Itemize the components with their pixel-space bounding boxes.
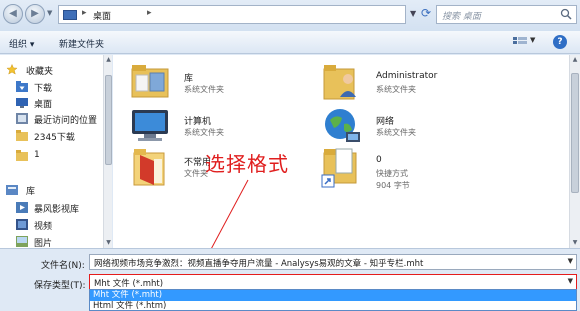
filetype-value: Mht 文件 (*.mht): [94, 279, 164, 289]
new-folder-button[interactable]: 新建文件夹: [59, 37, 104, 50]
nav-item-label: 下载: [34, 84, 53, 94]
nav-scroll-thumb[interactable]: [105, 75, 112, 165]
forward-button[interactable]: ▶: [25, 4, 45, 24]
breadcrumb-desktop[interactable]: 桌面: [93, 9, 111, 22]
file-name: 0: [376, 155, 382, 165]
filetype-option-mht[interactable]: Mht 文件 (*.mht): [90, 290, 576, 301]
scroll-up-icon[interactable]: ▲: [571, 56, 579, 64]
video-icon: [16, 219, 28, 230]
content-scrollbar[interactable]: ▲ ▼: [569, 55, 580, 248]
back-button[interactable]: ◀: [3, 4, 23, 24]
file-item[interactable]: Administrator 系统文件夹: [320, 61, 500, 109]
file-type: 系统文件夹: [376, 85, 416, 94]
scroll-down-icon[interactable]: ▼: [571, 239, 579, 247]
star-icon: [6, 64, 18, 75]
chevron-down-icon[interactable]: ▼: [568, 277, 573, 285]
filename-value: 网络视频市场竞争激烈：视频直播争夺用户流量 - Analysys易观的文章 - …: [94, 259, 424, 269]
search-input[interactable]: 搜索 桌面: [436, 5, 577, 24]
nav-item-label: 1: [34, 150, 40, 160]
recent-pages-dropdown[interactable]: ▼: [47, 9, 55, 17]
downloads-folder-icon: [16, 81, 28, 92]
organize-button[interactable]: 组织 ▾: [9, 37, 34, 50]
address-row: ◀ ▶ ▼ ▸ 桌面 ▸ ▼ ⟳ 搜索 桌面: [0, 0, 580, 31]
recent-places-icon: [16, 113, 28, 124]
filetype-option-htm[interactable]: Html 文件 (*.htm): [90, 301, 576, 310]
view-dropdown-icon[interactable]: ▼: [530, 36, 535, 44]
chevron-down-icon[interactable]: ▼: [568, 257, 573, 265]
nav-item-label: 图片: [34, 239, 53, 248]
folder-icon: [16, 130, 28, 141]
file-name: 库: [184, 74, 194, 84]
nav-item-label: 暴风影视库: [34, 205, 80, 215]
shortcut-icon: [321, 148, 357, 188]
file-type: 系统文件夹: [376, 128, 416, 137]
file-name: Administrator: [376, 71, 438, 81]
file-name: 计算机: [184, 117, 212, 127]
view-options-icon[interactable]: [513, 37, 527, 47]
video-library-icon: [16, 202, 28, 213]
computer-icon: [132, 110, 168, 141]
file-item[interactable]: 库 系统文件夹: [128, 61, 308, 109]
folder-icon: [133, 149, 165, 186]
nav-libraries-label: 库: [26, 187, 36, 197]
content-scroll-thumb[interactable]: [571, 73, 579, 193]
network-icon: [325, 109, 360, 142]
filename-label: 文件名(N):: [41, 261, 85, 271]
address-bar[interactable]: ▸ 桌面 ▸: [58, 5, 406, 24]
desktop-icon: [63, 10, 77, 20]
folder-icon: [16, 150, 28, 161]
nav-item-label: 桌面: [34, 100, 53, 110]
nav-favorites-label: 收藏夹: [26, 67, 54, 77]
nav-item-label: 视频: [34, 222, 53, 232]
file-type: 快捷方式: [376, 169, 408, 178]
filetype-dropdown-list: Mht 文件 (*.mht) Html 文件 (*.htm): [89, 289, 577, 311]
search-icon[interactable]: [560, 8, 572, 20]
library-icon: [6, 185, 18, 195]
annotation-text: 选择格式: [205, 152, 289, 176]
command-bar: 组织 ▾ 新建文件夹 ▼ ?: [0, 31, 580, 54]
file-size: 904 字节: [376, 181, 410, 190]
refresh-icon[interactable]: ⟳: [421, 7, 431, 19]
file-list: 库 系统文件夹 Administrator 系统文件夹 计算机 系统文件夹 网络…: [113, 55, 569, 248]
nav-item-label: 2345下载: [34, 133, 75, 143]
filetype-label: 保存类型(T):: [34, 281, 86, 291]
library-icon: [131, 65, 169, 98]
filename-input[interactable]: 网络视频市场竞争激烈：视频直播争夺用户流量 - Analysys易观的文章 - …: [89, 254, 577, 270]
scroll-down-icon[interactable]: ▼: [105, 239, 112, 247]
help-icon[interactable]: ?: [553, 35, 567, 49]
search-placeholder: 搜索 桌面: [442, 12, 481, 22]
nav-item-label: 最近访问的位置: [34, 116, 98, 126]
scroll-up-icon[interactable]: ▲: [105, 56, 112, 64]
navigation-pane: 收藏夹 下载 桌面 最近访问的位置 2345下载 1 库 暴风影视库 视频 图片: [0, 55, 112, 248]
address-dropdown-icon[interactable]: ▼: [410, 9, 416, 18]
file-type: 系统文件夹: [184, 128, 224, 137]
nav-scrollbar[interactable]: ▲ ▼: [103, 55, 112, 248]
file-name: 网络: [376, 117, 395, 127]
desktop-icon: [16, 98, 28, 108]
pictures-icon: [16, 236, 28, 247]
breadcrumb-separator-icon[interactable]: ▸: [82, 8, 87, 18]
breadcrumb-chevron-icon[interactable]: ▸: [147, 8, 152, 18]
file-item[interactable]: 0 快捷方式 904 字节: [320, 145, 500, 193]
user-folder-icon: [323, 65, 356, 100]
file-type: 系统文件夹: [184, 85, 224, 94]
filetype-select[interactable]: Mht 文件 (*.mht) ▼: [89, 274, 577, 290]
